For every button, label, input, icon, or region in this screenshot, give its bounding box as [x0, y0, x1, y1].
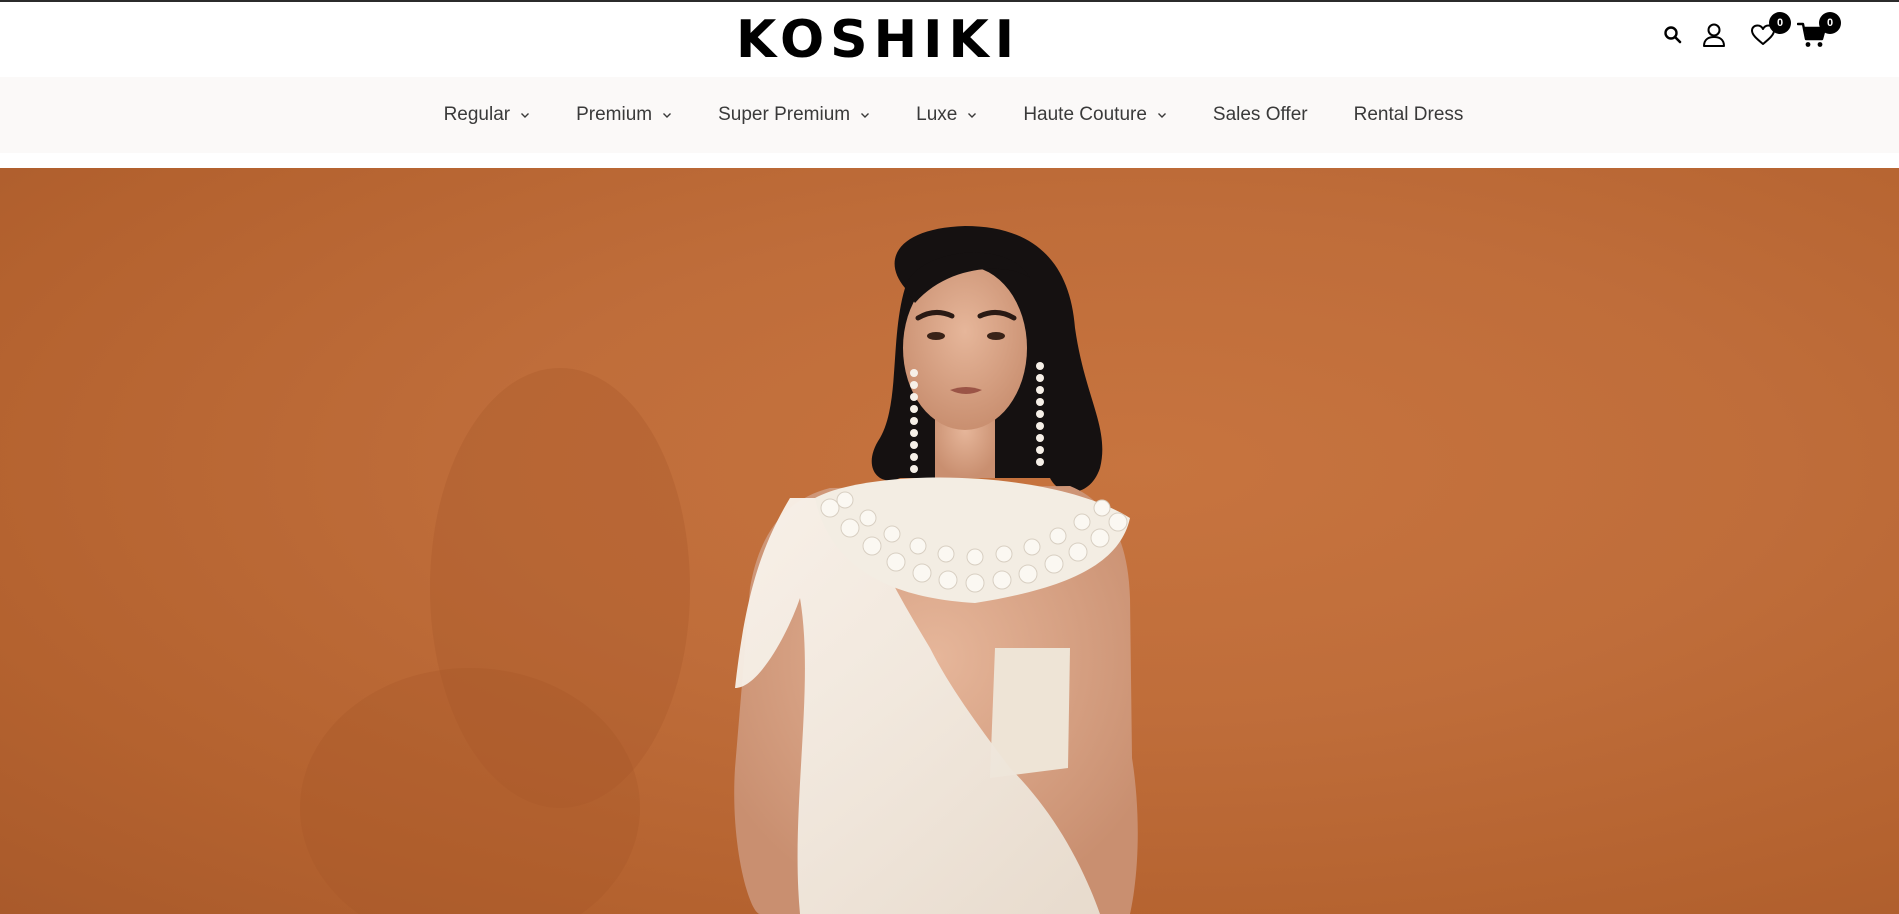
nav-item-rental-dress[interactable]: Rental Dress [1354, 104, 1464, 126]
hero-banner[interactable] [0, 168, 1899, 914]
chevron-down-icon [663, 113, 672, 118]
hero-model-illustration [300, 226, 1138, 914]
chevron-down-icon [1157, 113, 1166, 118]
chevron-down-icon [861, 113, 870, 118]
nav-menu: Regular Premium Super Premium Luxe Haute… [0, 77, 1899, 153]
cart-count-badge: 0 [1819, 12, 1841, 34]
main-navigation: Regular Premium Super Premium Luxe Haute… [0, 77, 1899, 153]
site-header: KOSHIKI 0 0 [0, 2, 1899, 77]
header-icons: 0 0 [1663, 12, 1841, 50]
nav-item-luxe[interactable]: Luxe [916, 104, 977, 126]
nav-item-label: Luxe [916, 104, 958, 125]
chevron-down-icon [968, 113, 977, 118]
nav-item-haute-couture[interactable]: Haute Couture [1023, 104, 1167, 126]
cart-icon[interactable]: 0 [1797, 12, 1841, 50]
nav-item-label: Regular [443, 104, 511, 125]
wishlist-count-badge: 0 [1769, 12, 1791, 34]
nav-item-label: Haute Couture [1023, 104, 1147, 125]
search-icon[interactable] [1663, 23, 1683, 47]
account-icon[interactable] [1701, 20, 1727, 50]
nav-item-label: Premium [576, 104, 653, 125]
nav-item-label: Rental Dress [1353, 104, 1464, 125]
nav-item-premium[interactable]: Premium [576, 104, 672, 126]
nav-item-sales-offer[interactable]: Sales Offer [1213, 104, 1308, 126]
chevron-down-icon [521, 113, 530, 118]
nav-item-super-premium[interactable]: Super Premium [718, 104, 870, 126]
nav-item-label: Sales Offer [1212, 104, 1308, 125]
nav-item-regular[interactable]: Regular [444, 104, 531, 126]
wishlist-icon[interactable]: 0 [1749, 12, 1791, 50]
brand-logo[interactable]: KOSHIKI [736, 12, 1014, 68]
nav-item-label: Super Premium [718, 104, 851, 125]
